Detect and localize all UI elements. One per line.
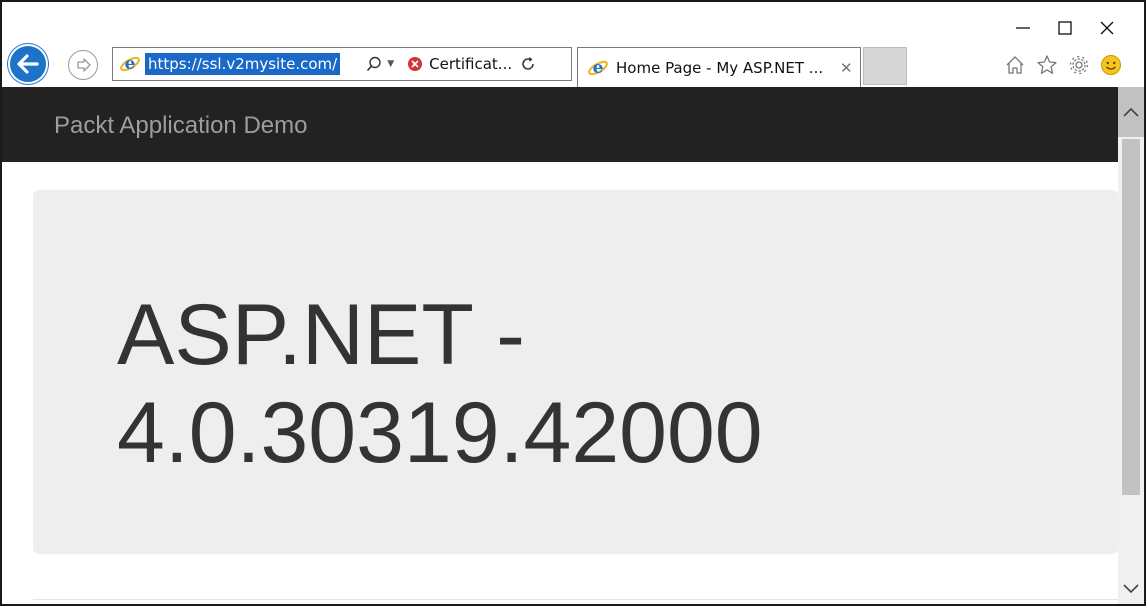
- feedback-smiley-icon[interactable]: [1098, 52, 1124, 78]
- refresh-icon[interactable]: [520, 56, 536, 72]
- tab-close-icon[interactable]: ✕: [840, 59, 853, 77]
- forward-button[interactable]: [68, 50, 98, 80]
- forward-arrow-icon: [77, 58, 91, 72]
- scroll-up-icon[interactable]: [1118, 87, 1144, 137]
- page-viewport: Packt Application Demo ASP.NET - 4.0.303…: [2, 87, 1118, 604]
- address-bar[interactable]: e https://ssl.v2mysite.com/ ▼ Certificat…: [112, 47, 572, 81]
- certificate-error-icon[interactable]: [408, 57, 423, 71]
- browser-window: e https://ssl.v2mysite.com/ ▼ Certificat…: [0, 0, 1146, 606]
- divider: [33, 599, 1118, 600]
- ie-logo-icon: e: [117, 51, 143, 77]
- tab-label: Home Page - My ASP.NET ...: [616, 58, 824, 77]
- ie-logo-icon: e: [586, 56, 610, 80]
- tab-home-page[interactable]: e Home Page - My ASP.NET ... ✕: [577, 47, 861, 87]
- back-arrow-icon: [17, 54, 39, 74]
- scrollbar-thumb[interactable]: [1122, 139, 1140, 495]
- svg-text:e: e: [125, 54, 136, 74]
- back-button[interactable]: [8, 44, 48, 84]
- window-controls: [1002, 12, 1128, 44]
- title-line-2: 4.0.30319.42000: [117, 385, 763, 481]
- browser-chrome: e https://ssl.v2mysite.com/ ▼ Certificat…: [2, 2, 1144, 87]
- search-dropdown[interactable]: ▼: [366, 56, 394, 72]
- svg-text:e: e: [593, 58, 604, 78]
- close-icon[interactable]: [1086, 12, 1128, 44]
- browser-toolbar: [1002, 52, 1124, 78]
- new-tab-button[interactable]: [863, 47, 907, 85]
- title-line-1: ASP.NET -: [117, 287, 525, 383]
- maximize-icon[interactable]: [1044, 12, 1086, 44]
- certificate-error-label[interactable]: Certificat...: [429, 55, 512, 73]
- page-title: ASP.NET - 4.0.30319.42000: [117, 286, 763, 482]
- url-text[interactable]: https://ssl.v2mysite.com/: [145, 53, 341, 75]
- scroll-down-icon[interactable]: [1118, 574, 1144, 604]
- navbar-brand-link[interactable]: Packt Application Demo: [54, 112, 307, 140]
- vertical-scrollbar[interactable]: [1118, 87, 1144, 604]
- minimize-icon[interactable]: [1002, 12, 1044, 44]
- dropdown-arrow-icon: ▼: [387, 59, 395, 69]
- home-icon[interactable]: [1002, 52, 1028, 78]
- jumbotron: ASP.NET - 4.0.30319.42000: [33, 190, 1118, 554]
- settings-gear-icon[interactable]: [1066, 52, 1092, 78]
- site-navbar: Packt Application Demo: [2, 87, 1118, 162]
- favorites-star-icon[interactable]: [1034, 52, 1060, 78]
- search-icon: [367, 56, 381, 72]
